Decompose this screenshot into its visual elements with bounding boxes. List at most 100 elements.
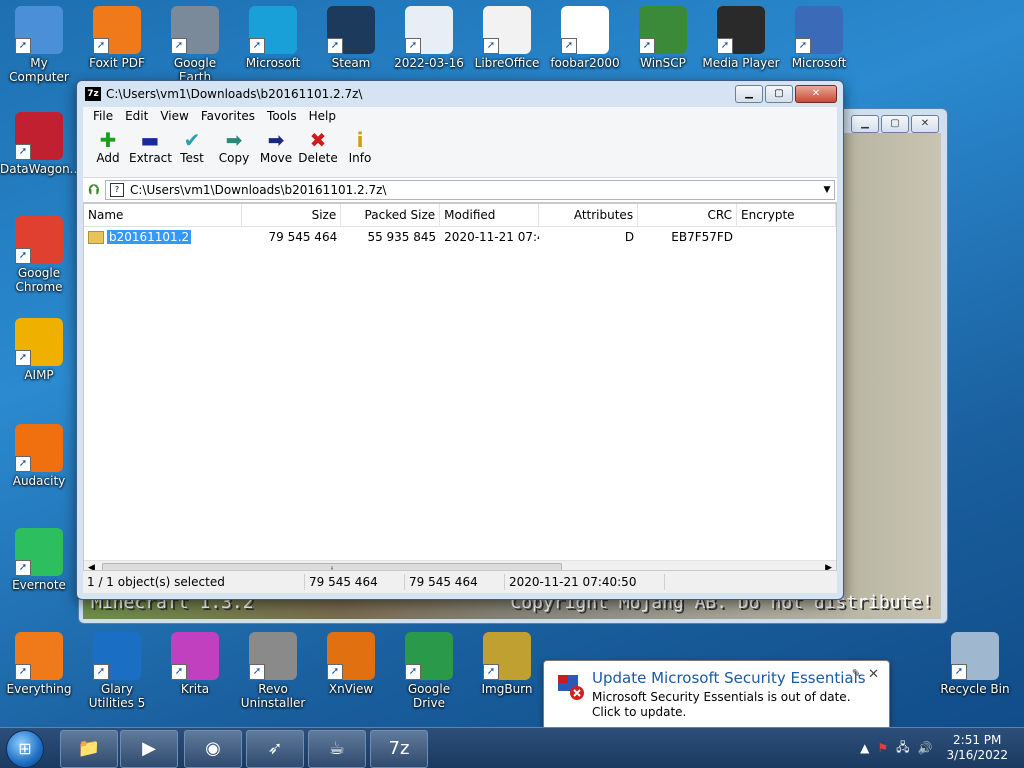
desktop-icon-revo[interactable]: ➚ Revo Uninstaller bbox=[234, 632, 312, 710]
archive-icon: ? bbox=[110, 183, 124, 197]
close-icon[interactable]: ✕ bbox=[868, 667, 879, 682]
desktop-icon-winscp[interactable]: ➚ WinSCP bbox=[624, 6, 702, 70]
volume-icon[interactable]: 🔊 bbox=[918, 741, 933, 755]
add-button[interactable]: ✚ Add bbox=[87, 125, 129, 165]
clock[interactable]: 2:51 PM 3/16/2022 bbox=[946, 733, 1008, 763]
desktop-icon-label: Everything bbox=[6, 682, 72, 696]
desktop-icon-datawagon[interactable]: ➚ DataWagon... bbox=[0, 112, 81, 176]
desktop-icon-image-file[interactable]: ➚ 2022-03-16 bbox=[390, 6, 468, 70]
col-attributes[interactable]: Attributes bbox=[539, 204, 639, 226]
menu-file[interactable]: File bbox=[87, 109, 119, 123]
chrome-icon: ➚ bbox=[15, 216, 63, 264]
close-button[interactable]: ✕ bbox=[795, 85, 837, 103]
menu-edit[interactable]: Edit bbox=[119, 109, 154, 123]
desktop-icon-krita[interactable]: ➚ Krita bbox=[156, 632, 234, 696]
shortcut-arrow-icon: ➚ bbox=[15, 144, 31, 160]
file-list[interactable]: Name Size Packed Size Modified Attribute… bbox=[83, 203, 837, 579]
table-row[interactable]: b20161101.2 79 545 464 55 935 845 2020-1… bbox=[84, 227, 836, 247]
desktop-icon-libreoffice[interactable]: ➚ LibreOffice bbox=[468, 6, 546, 70]
desktop-icon-chrome[interactable]: ➚ Google Chrome bbox=[0, 216, 78, 294]
menu-tools[interactable]: Tools bbox=[261, 109, 303, 123]
extract-button[interactable]: ▬ Extract bbox=[129, 125, 172, 165]
notification-title[interactable]: Update Microsoft Security Essentials bbox=[592, 669, 866, 687]
col-modified[interactable]: Modified bbox=[440, 204, 540, 226]
desktop-icon-label: Media Player bbox=[702, 56, 780, 70]
menu-view[interactable]: View bbox=[154, 109, 194, 123]
desktop-icon-label: Google Drive bbox=[407, 682, 451, 710]
desktop-icon-glary[interactable]: ➚ Glary Utilities 5 bbox=[78, 632, 156, 710]
move-button[interactable]: ➡ Move bbox=[255, 125, 297, 165]
shortcut-arrow-icon: ➚ bbox=[483, 38, 499, 54]
desktop-icon-label: Krita bbox=[180, 682, 210, 696]
delete-button[interactable]: ✖ Delete bbox=[297, 125, 339, 165]
chrome-taskbar-icon[interactable]: ◉ bbox=[184, 730, 242, 768]
toolbar-label: Test bbox=[180, 151, 204, 165]
desktop-icon-castle[interactable]: ➚ Microsoft bbox=[780, 6, 858, 70]
computer-icon: ➚ bbox=[15, 6, 63, 54]
security-alert-icon[interactable]: ⚑ bbox=[877, 741, 888, 755]
col-name[interactable]: Name bbox=[84, 204, 243, 226]
move-icon: ➡ bbox=[267, 128, 285, 152]
desktop-icon-foxit[interactable]: ➚ Foxit PDF bbox=[78, 6, 156, 70]
col-size[interactable]: Size bbox=[242, 204, 342, 226]
desktop-icon-aimp[interactable]: ➚ AIMP bbox=[0, 318, 78, 382]
address-field[interactable]: ? C:\Users\vm1\Downloads\b20161101.2.7z\… bbox=[105, 180, 835, 200]
desktop-icon-media-player[interactable]: ➚ Media Player bbox=[702, 6, 780, 70]
desktop-icon-computer[interactable]: ➚ My Computer bbox=[0, 6, 78, 84]
title-bar[interactable]: 7z C:\Users\vm1\Downloads\b20161101.2.7z… bbox=[77, 81, 843, 107]
add-icon: ✚ bbox=[99, 128, 117, 152]
bird-app-icon[interactable]: ➶ bbox=[246, 730, 304, 768]
glary-icon: ➚ bbox=[93, 632, 141, 680]
desktop-icon-imgburn[interactable]: ➚ ImgBurn bbox=[468, 632, 546, 696]
window-title: C:\Users\vm1\Downloads\b20161101.2.7z\ bbox=[106, 87, 363, 101]
desktop-icon-google-earth[interactable]: ➚ Google Earth bbox=[156, 6, 234, 84]
bg-minimize-button[interactable]: ▁ bbox=[851, 115, 879, 133]
col-crc[interactable]: CRC bbox=[638, 204, 738, 226]
file-name[interactable]: b20161101.2 bbox=[107, 230, 192, 244]
col-packed-size[interactable]: Packed Size bbox=[341, 204, 441, 226]
info-button[interactable]: i Info bbox=[339, 125, 381, 165]
status-size: 79 545 464 bbox=[305, 574, 405, 590]
maximize-button[interactable]: ▢ bbox=[765, 85, 793, 103]
col-encrypted[interactable]: Encrypte bbox=[737, 204, 836, 226]
shortcut-arrow-icon: ➚ bbox=[717, 38, 733, 54]
shortcut-arrow-icon: ➚ bbox=[405, 664, 421, 680]
desktop-icon-steam[interactable]: ➚ Steam bbox=[312, 6, 390, 70]
notification-balloon[interactable]: Update Microsoft Security Essentials Mic… bbox=[543, 660, 890, 739]
desktop-icon-edge[interactable]: ➚ Microsoft bbox=[234, 6, 312, 70]
file-explorer-icon[interactable]: 📁 bbox=[60, 730, 118, 768]
shortcut-arrow-icon: ➚ bbox=[15, 456, 31, 472]
bg-maximize-button[interactable]: ▢ bbox=[881, 115, 909, 133]
desktop-icon-google-drive[interactable]: ➚ Google Drive bbox=[390, 632, 468, 710]
shortcut-arrow-icon: ➚ bbox=[327, 664, 343, 680]
desktop-icon-audacity[interactable]: ➚ Audacity bbox=[0, 424, 78, 488]
shortcut-arrow-icon: ➚ bbox=[15, 350, 31, 366]
bg-close-button[interactable]: ✕ bbox=[911, 115, 939, 133]
notification-message[interactable]: Microsoft Security Essentials is out of … bbox=[592, 690, 872, 720]
test-button[interactable]: ✔ Test bbox=[171, 125, 213, 165]
menu-help[interactable]: Help bbox=[303, 109, 342, 123]
desktop-icon-foobar[interactable]: ➚ foobar2000 bbox=[546, 6, 624, 70]
cell-name[interactable]: b20161101.2 bbox=[84, 230, 242, 244]
menu-favorites[interactable]: Favorites bbox=[195, 109, 261, 123]
desktop-icon-recycle-bin[interactable]: ➚ Recycle Bin bbox=[936, 632, 1014, 696]
7zip-window[interactable]: 7z C:\Users\vm1\Downloads\b20161101.2.7z… bbox=[76, 80, 844, 600]
java-icon[interactable]: ☕ bbox=[308, 730, 366, 768]
network-icon[interactable]: 🖧 bbox=[896, 738, 909, 759]
7zip-taskbar-icon[interactable]: 7z bbox=[370, 730, 428, 768]
chevron-down-icon[interactable]: ▼ bbox=[820, 185, 834, 195]
media-player-taskbar-icon[interactable]: ▶ bbox=[120, 730, 178, 768]
start-button[interactable]: ⊞ bbox=[6, 730, 44, 768]
options-icon[interactable]: ✎ bbox=[852, 667, 861, 680]
aimp-icon: ➚ bbox=[15, 318, 63, 366]
desktop-icon-label: Glary Utilities 5 bbox=[88, 682, 146, 710]
address-text[interactable]: C:\Users\vm1\Downloads\b20161101.2.7z\ bbox=[130, 183, 820, 197]
show-hidden-icons-icon[interactable]: ▲ bbox=[860, 741, 869, 755]
up-folder-icon[interactable]: ⮉ bbox=[83, 182, 105, 198]
desktop-icon-evernote[interactable]: ➚ Evernote bbox=[0, 528, 78, 592]
desktop-icon-label: foobar2000 bbox=[550, 56, 620, 70]
desktop-icon-xnview[interactable]: ➚ XnView bbox=[312, 632, 390, 696]
desktop-icon-everything[interactable]: ➚ Everything bbox=[0, 632, 78, 696]
copy-button[interactable]: ➡ Copy bbox=[213, 125, 255, 165]
minimize-button[interactable]: ▁ bbox=[735, 85, 763, 103]
